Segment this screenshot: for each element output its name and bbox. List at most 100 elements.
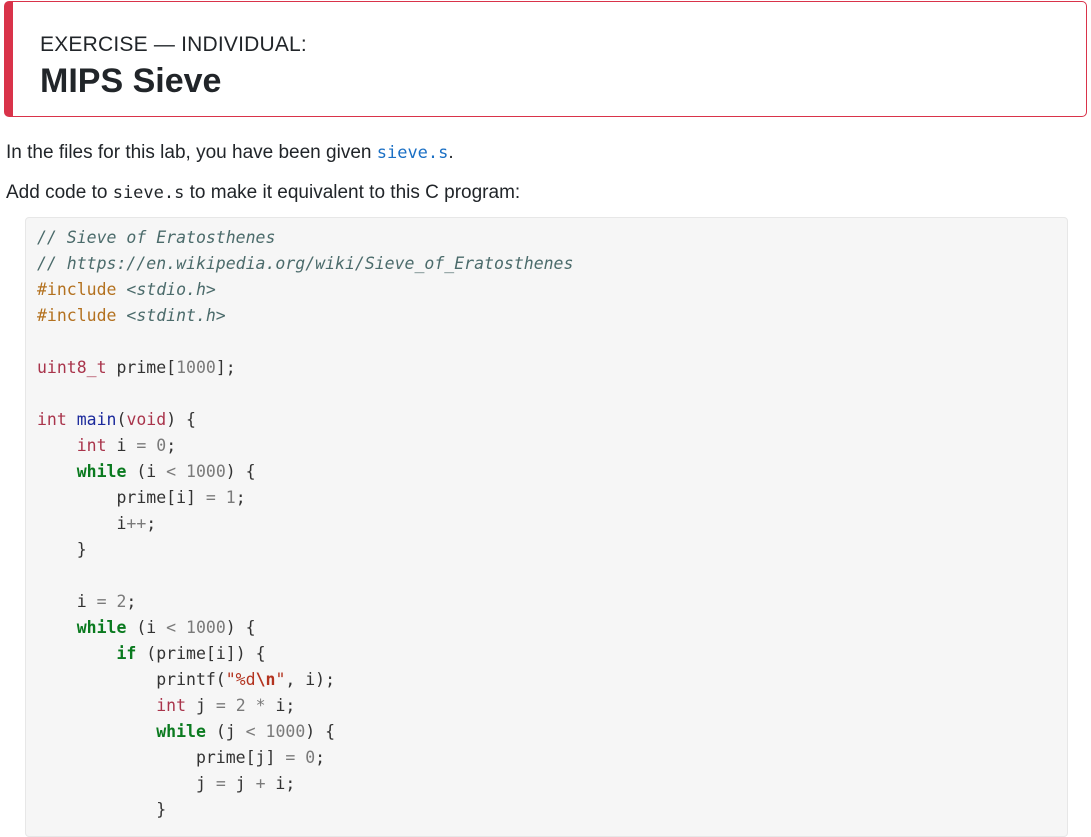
code-token: #include xyxy=(37,306,127,325)
code-token: + xyxy=(255,774,266,793)
code-token: ) { xyxy=(166,410,196,429)
code-token: 2 xyxy=(116,592,127,611)
code-line: int i = 0; xyxy=(37,436,176,455)
code-token: (j xyxy=(205,722,246,741)
exercise-card: EXERCISE — INDIVIDUAL: MIPS Sieve xyxy=(4,1,1087,117)
code-token: 1 xyxy=(225,488,236,507)
code-line: j = j + i; xyxy=(37,774,295,793)
code-token: \n xyxy=(255,670,276,689)
exercise-title: MIPS Sieve xyxy=(40,62,222,100)
code-token: ) { xyxy=(225,618,256,637)
code-token: j xyxy=(186,696,216,715)
code-token: (i xyxy=(126,462,167,481)
code-token: <stdint.h> xyxy=(126,306,226,325)
code-token: } xyxy=(37,540,87,559)
code-token: ; xyxy=(315,748,326,767)
code-token: int xyxy=(156,696,187,715)
code-token: #include xyxy=(37,280,127,299)
exercise-kicker: EXERCISE — INDIVIDUAL: xyxy=(40,33,307,56)
code-line: prime[i] = 1; xyxy=(37,488,246,507)
code-line: // https://en.wikipedia.org/wiki/Sieve_o… xyxy=(37,254,573,273)
code-token: 1000 xyxy=(186,618,226,637)
code-token: = xyxy=(205,488,216,507)
code-token: , i); xyxy=(285,670,336,689)
code-token: < xyxy=(166,618,177,637)
intro-paragraph: In the files for this lab, you have been… xyxy=(6,142,454,164)
code-token: prime[i] xyxy=(37,488,206,507)
code-token: ( xyxy=(116,410,127,429)
code-token: i xyxy=(37,592,97,611)
code-token: // Sieve of Eratosthenes xyxy=(37,228,276,247)
code-token: prime[j] xyxy=(37,748,286,767)
code-line: printf("%d\n", i); xyxy=(37,670,335,689)
code-token: j xyxy=(225,774,256,793)
code-line: prime[j] = 0; xyxy=(37,748,325,767)
code-token: ]; xyxy=(215,358,236,377)
code-token: 2 xyxy=(235,696,246,715)
code-token: 1000 xyxy=(176,358,216,377)
code-line: uint8_t prime[1000]; xyxy=(37,358,236,377)
code-token: < xyxy=(245,722,256,741)
code-token: uint8_t xyxy=(37,358,107,377)
code-token: ; xyxy=(126,592,137,611)
code-token: ; xyxy=(166,436,177,455)
code-token: ) { xyxy=(305,722,336,741)
code-token: "%d xyxy=(225,670,256,689)
code-line: int j = 2 * i; xyxy=(37,696,295,715)
code-token: if xyxy=(116,644,137,663)
c-source-code: // Sieve of Eratosthenes // https://en.w… xyxy=(37,225,573,823)
code-line: #include <stdint.h> xyxy=(37,306,226,325)
code-line: i++; xyxy=(37,514,156,533)
code-token: ++ xyxy=(126,514,147,533)
code-token: while xyxy=(76,462,127,481)
code-token: (prime[i]) { xyxy=(136,644,266,663)
intro-suffix: . xyxy=(448,142,454,163)
code-line: if (prime[i]) { xyxy=(37,644,266,663)
code-token: 1000 xyxy=(265,722,306,741)
code-token: void xyxy=(126,410,167,429)
code-token: // https://en.wikipedia.org/wiki/Sieve_o… xyxy=(37,254,574,273)
code-block: // Sieve of Eratosthenes // https://en.w… xyxy=(25,217,1068,837)
code-line: } xyxy=(37,800,166,819)
code-line: // Sieve of Eratosthenes xyxy=(37,228,275,247)
code-token: ; xyxy=(235,488,246,507)
code-token: = xyxy=(215,696,226,715)
code-token: < xyxy=(166,462,177,481)
code-token: printf( xyxy=(37,670,226,689)
code-token: = xyxy=(285,748,296,767)
code-token: i xyxy=(37,514,127,533)
instruction-text: Add code to xyxy=(6,182,113,203)
code-line: while (i < 1000) { xyxy=(37,618,256,637)
code-line: while (i < 1000) { xyxy=(37,462,256,481)
code-token: 1000 xyxy=(186,462,226,481)
code-token: main xyxy=(76,410,117,429)
code-token: while xyxy=(156,722,206,741)
code-line: i = 2; xyxy=(37,592,137,611)
instruction-suffix: to make it equivalent to this C program: xyxy=(184,182,521,203)
code-token: 0 xyxy=(305,748,316,767)
sieve-file-link[interactable]: sieve.s xyxy=(377,142,449,163)
code-token: i; xyxy=(265,774,296,793)
code-token: = xyxy=(215,774,226,793)
code-token: = xyxy=(136,436,147,455)
code-token: = xyxy=(96,592,107,611)
code-token: i; xyxy=(265,696,296,715)
intro-text: In the files for this lab, you have been… xyxy=(6,142,377,163)
code-token: ) { xyxy=(225,462,256,481)
code-token: while xyxy=(76,618,127,637)
